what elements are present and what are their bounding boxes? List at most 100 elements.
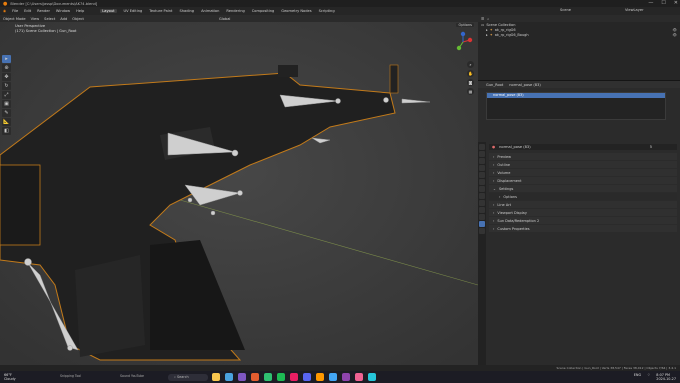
rotate-icon[interactable]: ↻: [2, 82, 11, 90]
panel-label: Custom Properties: [497, 226, 530, 231]
menu-file[interactable]: File: [12, 9, 18, 13]
expand-arrow-icon[interactable]: ▸: [486, 33, 488, 37]
3d-viewport[interactable]: Object Mode View Select Add Object Globa…: [0, 15, 478, 365]
move-icon[interactable]: ✥: [2, 73, 11, 81]
pose-list[interactable]: normal_pose (83): [486, 92, 666, 120]
wifi-icon[interactable]: ⌔: [647, 373, 650, 381]
scene-selector[interactable]: Scene: [560, 8, 571, 12]
tool-tab-icon[interactable]: [479, 144, 485, 150]
measure-icon[interactable]: 📐: [2, 118, 11, 126]
panel-outline[interactable]: › Outline: [489, 161, 677, 168]
scene-tab-icon[interactable]: [479, 172, 485, 178]
tab-normal-pose[interactable]: normal_pose (83): [509, 83, 540, 87]
visibility-icon[interactable]: 👁: [673, 28, 677, 32]
scale-icon[interactable]: ⤢: [2, 91, 11, 99]
panel-preview[interactable]: › Preview: [489, 153, 677, 160]
panel-sun-data[interactable]: › Sun Data/Redemption 2: [489, 217, 677, 224]
material-tab-icon[interactable]: [479, 221, 485, 227]
taskbar-search[interactable]: ⌕ Search: [168, 374, 208, 381]
blender-menu-icon[interactable]: ◉: [3, 9, 6, 13]
transform-orientation[interactable]: Global: [219, 17, 230, 21]
tab-animation[interactable]: Animation: [201, 9, 219, 13]
list-item[interactable]: normal_pose (83): [487, 93, 665, 98]
clock[interactable]: 8:07 PM 2024-10-27: [656, 373, 676, 381]
view-layer-selector[interactable]: ViewLayer: [625, 8, 644, 12]
minimize-button[interactable]: —: [648, 0, 653, 7]
panel-line-art[interactable]: › Line Art: [489, 201, 677, 208]
menu-help[interactable]: Help: [76, 9, 84, 13]
outliner-row[interactable]: ▸ ✦ ak_rp_rigG6_Bough 👁: [478, 32, 680, 37]
tab-layout[interactable]: Layout: [100, 9, 117, 13]
taskbar-app-icon[interactable]: [225, 373, 233, 381]
expand-arrow-icon[interactable]: ▸: [486, 28, 488, 32]
menu-window[interactable]: Window: [56, 9, 70, 13]
select-menu[interactable]: Select: [44, 17, 55, 21]
output-tab-icon[interactable]: [479, 158, 485, 164]
taskbar-label[interactable]: Sound YouTube: [120, 374, 144, 378]
cursor-icon[interactable]: ⊕: [2, 64, 11, 72]
transform-icon[interactable]: ▣: [2, 100, 11, 108]
tab-compositing[interactable]: Compositing: [252, 9, 275, 13]
visibility-icon[interactable]: 👁: [673, 33, 677, 37]
taskbar-app-icon[interactable]: [329, 373, 337, 381]
view-layer-tab-icon[interactable]: [479, 165, 485, 171]
tab-shading[interactable]: Shading: [179, 9, 194, 13]
data-tab-icon[interactable]: [479, 214, 485, 220]
physics-tab-icon[interactable]: [479, 200, 485, 206]
taskbar-app-icon[interactable]: [316, 373, 324, 381]
taskbar-app-icon[interactable]: [212, 373, 220, 381]
taskbar-app-icon[interactable]: [290, 373, 298, 381]
panel-volume[interactable]: › Volume: [489, 169, 677, 176]
taskbar-app-icon[interactable]: [238, 373, 246, 381]
clock-date: 2024-10-27: [656, 377, 676, 381]
select-icon[interactable]: ▸: [2, 55, 11, 63]
pan-icon[interactable]: ✋: [467, 70, 474, 77]
close-button[interactable]: ✕: [674, 0, 678, 7]
panel-settings[interactable]: ⌄ Settings: [489, 185, 677, 192]
outliner-search-icon[interactable]: ⌕: [487, 17, 489, 21]
object-mode-dropdown[interactable]: Object Mode: [3, 17, 26, 21]
menu-render[interactable]: Render: [37, 9, 50, 13]
world-tab-icon[interactable]: [479, 179, 485, 185]
panel-custom-properties[interactable]: › Custom Properties: [489, 225, 677, 232]
panel-options[interactable]: › Options: [489, 193, 677, 200]
taskbar-app-icon[interactable]: [251, 373, 259, 381]
panel-viewport-display[interactable]: › Viewport Display: [489, 209, 677, 216]
options-button[interactable]: Options: [456, 23, 474, 27]
tab-gun-root[interactable]: Gun_Root: [486, 83, 503, 87]
view-menu[interactable]: View: [31, 17, 40, 21]
constraint-tab-icon[interactable]: [479, 207, 485, 213]
camera-icon[interactable]: ◙: [467, 79, 474, 86]
taskbar-app-icon[interactable]: [303, 373, 311, 381]
taskbar-app-icon[interactable]: [264, 373, 272, 381]
grid-icon[interactable]: ▦: [467, 88, 474, 95]
texture-tab-icon[interactable]: [479, 228, 485, 234]
navigation-gizmo[interactable]: [452, 31, 474, 53]
taskbar-app-icon[interactable]: [277, 373, 285, 381]
tab-geometry-nodes[interactable]: Geometry Nodes: [281, 9, 311, 13]
tab-texture-paint[interactable]: Texture Paint: [149, 9, 172, 13]
zoom-icon[interactable]: ⌕: [467, 61, 474, 68]
tab-rendering[interactable]: Rendering: [226, 9, 244, 13]
annotate-icon[interactable]: ✎: [2, 109, 11, 117]
taskbar-app-icon[interactable]: [342, 373, 350, 381]
add-menu[interactable]: Add: [60, 17, 67, 21]
object-menu[interactable]: Object: [72, 17, 84, 21]
chevron-right-icon: ›: [493, 210, 495, 215]
panel-displacement[interactable]: › Displacement: [489, 177, 677, 184]
add-cube-icon[interactable]: ◧: [2, 127, 11, 135]
tab-uv-editing[interactable]: UV Editing: [124, 9, 143, 13]
menu-edit[interactable]: Edit: [24, 9, 31, 13]
object-tab-icon[interactable]: [479, 186, 485, 192]
weather-widget[interactable]: 66°F Cloudy: [4, 373, 16, 381]
maximize-button[interactable]: ☐: [661, 0, 665, 7]
modifier-tab-icon[interactable]: [479, 193, 485, 199]
taskbar-label[interactable]: Snipping Tool: [60, 374, 81, 378]
taskbar-app-icon[interactable]: [368, 373, 376, 381]
user-count[interactable]: 5: [650, 145, 652, 149]
tab-scripting[interactable]: Scripting: [319, 9, 335, 13]
taskbar-app-icon[interactable]: [355, 373, 363, 381]
render-tab-icon[interactable]: [479, 151, 485, 157]
language-indicator[interactable]: ENG: [634, 373, 641, 381]
datablock-selector[interactable]: ● normal_pose (83) 5: [489, 144, 677, 150]
